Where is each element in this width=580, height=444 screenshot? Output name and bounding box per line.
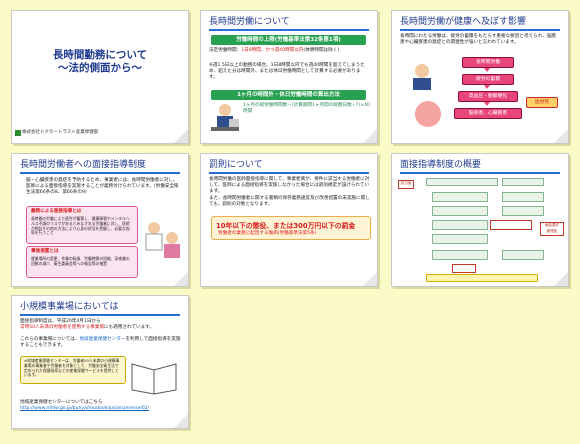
stressed-worker-icon (413, 64, 431, 90)
penalty-sub: 労働者の業務に起因する傷病(労働基準法第5条) (218, 231, 317, 236)
arrow-down-icon (484, 68, 490, 72)
page-fold-icon (554, 272, 568, 286)
text-prefix: 面接指導制度は、平成20年4月1日から (20, 319, 101, 324)
title-underline (20, 314, 180, 316)
step-3: 高血圧・動脈硬化 (458, 91, 518, 102)
box-title: 義務による面接指導とは (31, 209, 82, 214)
followup-box: 事後措置とは 就業場所の変更、作業の転換、労働時間の短縮、深夜業の回数の減少、衛… (26, 246, 138, 278)
page-fold-icon (363, 129, 377, 143)
highlight-node (490, 220, 532, 230)
page-fold-icon (174, 414, 188, 428)
left-node: 該当者 (398, 180, 414, 189)
diagram-node (432, 250, 488, 260)
line-suffix: (休憩時間は除く) (303, 48, 340, 53)
body-line: 法定労働時間：1日8時間、かつ週40時間以内(休憩時間は除く) (209, 48, 371, 54)
slide-title: 長時間労働について (209, 17, 290, 27)
slide-title: 小規模事業場においては (20, 302, 119, 312)
company-logo-icon (15, 130, 21, 136)
highlight-node (452, 264, 476, 273)
slide-title: 罰則について (209, 160, 263, 170)
title-underline (400, 172, 560, 174)
title-underline (209, 172, 369, 174)
slide-title: 長時間労働が健康へ及ぼす影響 (400, 17, 527, 27)
slide-footer: 株式会社ドクタートラスト産業保健部 (22, 130, 99, 135)
body-text-2: これらの事業場については、地域産業保健センターを利用して面接指導を実施することも… (20, 337, 182, 349)
diagram-node (502, 206, 544, 216)
penalty-box: 10年以下の懲役、または300万円以下の罰金 労働者の業務に起因する傷病(労働基… (211, 216, 371, 240)
diagram-node (502, 250, 544, 260)
intro-text: 脳・心臓疾患の発症を予防するため、事業者には、長時間労働者に対し、医師による面接… (26, 178, 179, 195)
note-text: ※週1.5日以上の勤務の場合、1日8時間以内でも週40時間を超えてしまうため、超… (209, 63, 365, 80)
step-2: 疲労の蓄積 (462, 74, 514, 85)
line-highlight: 1日8時間、かつ週40時間以内 (241, 48, 304, 53)
section-bar-2: 1ヶ月の時間外・休日労働時間の算出方法 (211, 90, 366, 100)
body-text-2: また、長時間労働者に関する書類の保存義務違反及び改善措置の未実施に関しても、罰則… (209, 196, 370, 207)
slide-title: 面接指導制度の概要 (400, 160, 482, 170)
right-label-2: 管理医 (546, 228, 558, 233)
death-badge: 過労死 (526, 97, 558, 108)
diagram-node (432, 220, 488, 230)
formula: 1ヶ月の総労働時間数－(計算期間1ヶ月間の総暦日数÷7)×40時間 (243, 103, 370, 114)
diagram-node (432, 234, 488, 244)
slide-title: 長時間労働者への面接指導制度 (20, 160, 147, 170)
slide-thumbnail-6[interactable]: 面接指導制度の概要 該当者 面談要件 管理医 (391, 153, 569, 287)
step-1: 長時間労働 (462, 57, 514, 68)
body-text-1: 面接指導制度は、平成20年4月1日から 常時50人未満の労働者を使用する事業場にも… (20, 319, 182, 331)
page-fold-icon (174, 272, 188, 286)
diagram-node (432, 192, 488, 202)
doctor-consultation-icon (145, 222, 180, 258)
penalty-text: 10年以下の懲役、または300万円以下の罰金 (216, 222, 356, 230)
box-text: 就業場所の変更、作業の転換、労働時間の短縮、深夜業の回数の減少、衛生委員会等への… (31, 256, 130, 266)
worker-at-desk-icon (211, 104, 239, 131)
page-fold-icon (174, 129, 188, 143)
box-text: 長時間の労働により疲労が蓄積し、健康障害やメンタルヘルス不調のリスクがあるとみな… (31, 216, 130, 236)
text-suffix: にも適用されています。 (103, 325, 154, 330)
diagram-node (502, 178, 544, 186)
slide-thumbnail-7[interactable]: 小規模事業場においては 面接指導制度は、平成20年4月1日から 常時50人未満の労… (11, 295, 189, 429)
text-prefix: これらの事業場については、 (20, 337, 80, 342)
line-prefix: 法定労働時間： (209, 48, 242, 53)
slide-thumbnail-4[interactable]: 長時間労働者への面接指導制度 脳・心臓疾患の発症を予防するため、事業者には、長時… (11, 153, 189, 287)
title-underline (209, 29, 369, 31)
box-title: 事後措置とは (31, 249, 59, 254)
body-text: 長時間にわたる労働は、疲労の蓄積をもたらす重要な要因と考えられ、脳疾患や心臓疾患… (400, 34, 557, 45)
diagram-node (426, 178, 498, 186)
bottom-bar (426, 274, 538, 282)
arrow-down-icon (484, 102, 490, 106)
step-4: 脳疾患、心臓疾患 (454, 108, 522, 119)
center-name: 地域産業保健センター (79, 337, 126, 342)
slide-thumbnail-3[interactable]: 長時間労働が健康へ及ぼす影響 長時間にわたる労働は、疲労の蓄積をもたらす重要な要… (391, 10, 569, 144)
slide-thumbnail-1[interactable]: 長時間勤務について ～法的側面から～ 株式会社ドクタートラスト産業保健部 (11, 10, 189, 144)
section-bar: 労働時間の上限(労働基準法第32条第1項) (211, 35, 366, 45)
diagram-node (432, 206, 488, 216)
url-link[interactable]: http://www.mhlw.go.jp/bunya/roudoukijun/… (20, 406, 182, 412)
open-book-icon (131, 363, 177, 395)
page-fold-icon (363, 272, 377, 286)
slide-title: 長時間勤務について ～法的側面から～ (52, 49, 148, 74)
obligation-box: 義務による面接指導とは 長時間の労働により疲労が蓄積し、健康障害やメンタルヘルス… (26, 206, 138, 244)
title-underline (400, 29, 560, 31)
body-text-1: 長時間労働の医師面接指導に関して、事業者側が、要件に該当する労働者に対して、医師… (209, 177, 370, 194)
right-red-box: 面談要件 管理医 (540, 222, 564, 236)
page-fold-icon (554, 129, 568, 143)
right-label: 面談要件 (544, 223, 560, 227)
slide-thumbnail-5[interactable]: 罰則について 長時間労働の医師面接指導に関して、事業者側が、要件に該当する労働者… (200, 153, 378, 287)
slide-thumbnail-2[interactable]: 長時間労働について 労働時間の上限(労働基準法第32条第1項) 法定労働時間：1… (200, 10, 378, 144)
text-highlight: 常時50人未満の労働者を使用する事業場 (20, 325, 104, 330)
brain-heart-icon (415, 101, 441, 127)
title-underline (20, 172, 180, 174)
note-box: ※地域産業保健センターは、労働者50人未満の小規模事業場の事業者や労働者を対象と… (20, 356, 126, 384)
note-text: ※地域産業保健センターは、労働者50人未満の小規模事業場の事業者や労働者を対象と… (24, 358, 120, 378)
diagram-node (502, 192, 544, 202)
arrow-down-icon (484, 85, 490, 89)
